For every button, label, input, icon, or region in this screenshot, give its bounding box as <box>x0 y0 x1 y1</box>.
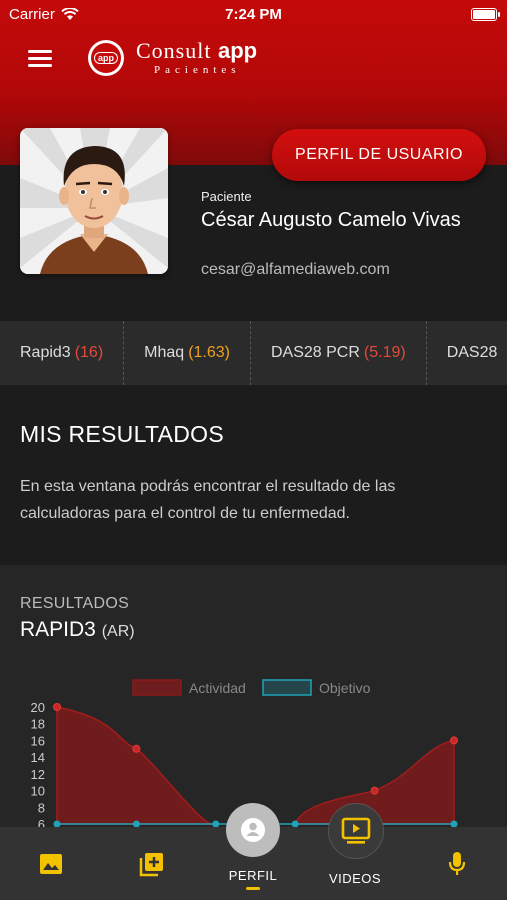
image-icon <box>40 853 62 874</box>
scores-strip[interactable]: Rapid3 (16) Mhaq (1.63) DAS28 PCR (5.19) DA… <box>0 321 507 385</box>
section-description: En esta ventana podrás encontrar el resu… <box>20 478 396 522</box>
tab-add[interactable] <box>125 827 179 900</box>
y-tick-label: 14 <box>31 750 45 765</box>
user-profile-button[interactable]: PERFIL DE USUARIO <box>272 129 486 181</box>
legend-swatch-0 <box>132 679 182 696</box>
mic-icon <box>448 851 466 875</box>
section-title: MIS RESULTADOS <box>20 421 224 447</box>
y-tick-label: 16 <box>31 733 45 748</box>
results-eyebrow: RESULTADOS <box>20 595 130 612</box>
point-actividad <box>370 786 379 795</box>
y-tick-label: 6 <box>38 817 45 827</box>
tab-gallery[interactable] <box>24 827 78 900</box>
status-bar: Carrier 7:24 PM <box>0 0 507 28</box>
legend-label-1: Objetivo <box>319 680 371 696</box>
y-tick-label: 18 <box>31 717 45 732</box>
point-actividad <box>132 744 141 753</box>
results-title: RAPID3 (AR) <box>20 618 135 641</box>
legend-label-0: Actividad <box>189 680 246 696</box>
consultapp-logo: app Consult app Pacientes <box>88 40 257 76</box>
y-tick-label: 20 <box>31 700 45 715</box>
tab-bar: PERFIL VIDEOS <box>0 803 507 900</box>
clock: 7:24 PM <box>225 5 282 23</box>
score-rapid3[interactable]: Rapid3 (16) <box>0 321 125 385</box>
tab-mic[interactable] <box>430 827 484 900</box>
y-tick-label: 8 <box>38 800 45 815</box>
tab-videos[interactable]: VIDEOS <box>320 827 390 900</box>
tab-perfil[interactable]: PERFIL <box>218 827 288 900</box>
add-library-icon <box>139 852 163 876</box>
score-mhaq[interactable]: Mhaq (1.63) <box>124 321 251 385</box>
avatar <box>20 128 168 274</box>
menu-icon[interactable] <box>28 50 52 68</box>
active-tab-indicator <box>246 886 260 890</box>
score-das28-pcr[interactable]: DAS28 PCR (5.19) <box>251 321 427 385</box>
info-section: MIS RESULTADOS En esta ventana podrás en… <box>0 385 507 565</box>
battery-icon <box>471 7 500 21</box>
logo-mark: app <box>88 40 124 76</box>
legend-swatch-1 <box>262 679 312 696</box>
user-name: César Augusto Camelo Vivas <box>201 209 461 231</box>
role-label: Paciente <box>201 189 252 204</box>
y-tick-label: 12 <box>31 767 45 782</box>
point-actividad <box>53 703 61 711</box>
results-card: RESULTADOS RAPID3 (AR) Actividad Objetivo… <box>0 565 507 827</box>
point-actividad <box>450 736 458 745</box>
score-das28[interactable]: DAS28 <box>427 321 507 385</box>
user-email: cesar@alfamediaweb.com <box>201 261 390 278</box>
series-area-actividad-left <box>56 706 218 826</box>
y-tick-label: 10 <box>31 784 45 799</box>
